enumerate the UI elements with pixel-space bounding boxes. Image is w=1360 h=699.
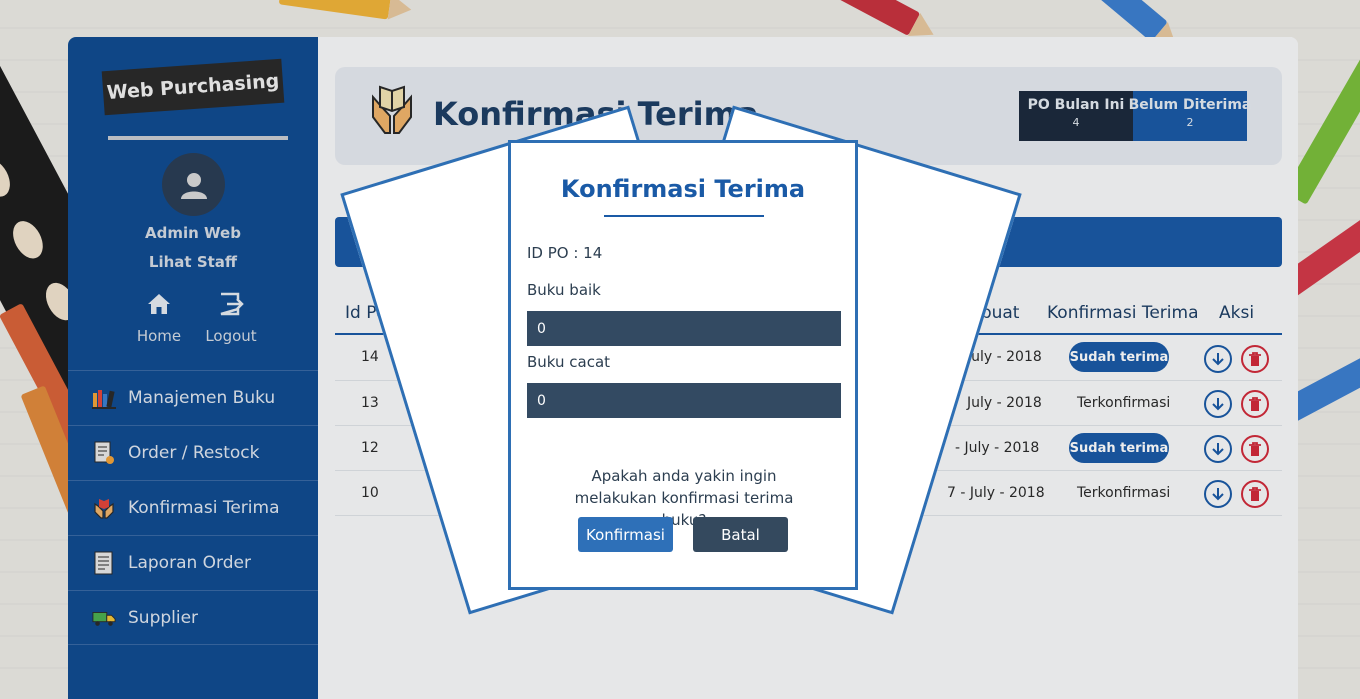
good-books-input[interactable] [527,311,841,346]
modal-title-underline [604,215,764,217]
confirm-modal: Konfirmasi Terima ID PO : 14 Buku baik B… [508,140,858,590]
damaged-books-input[interactable] [527,383,841,418]
damaged-books-label: Buku cacat [527,353,611,371]
confirm-button[interactable]: Konfirmasi [578,517,673,552]
modal-title: Konfirmasi Terima [560,175,806,203]
good-books-label: Buku baik [527,281,601,299]
cancel-button[interactable]: Batal [693,517,788,552]
po-id-label: ID PO : 14 [527,244,603,262]
